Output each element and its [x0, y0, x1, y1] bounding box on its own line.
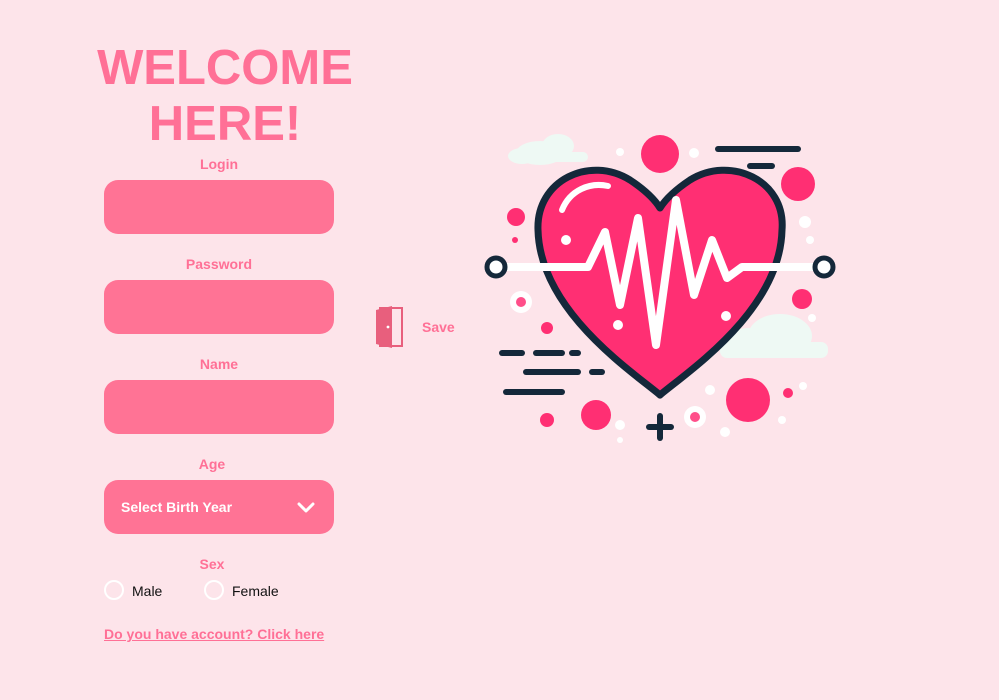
login-input[interactable] [104, 180, 334, 234]
age-label: Age [198, 456, 226, 472]
chevron-down-icon [297, 502, 315, 513]
birth-year-select-value: Select Birth Year [121, 499, 233, 515]
birth-year-select[interactable]: Select Birth Year [104, 480, 334, 534]
door-icon[interactable] [374, 304, 406, 350]
radio-female[interactable] [204, 580, 224, 600]
title-line-1: WELCOME [97, 41, 353, 95]
radio-female-label: Female [232, 583, 279, 599]
save-button[interactable]: Save [422, 319, 455, 335]
page-title: WELCOME HERE! [80, 40, 370, 152]
name-label: Name [199, 356, 239, 372]
radio-male[interactable] [104, 580, 124, 600]
title-line-2: HERE! [148, 97, 302, 151]
password-label: Password [185, 256, 253, 272]
login-label: Login [199, 156, 239, 172]
radio-male-label: Male [132, 583, 163, 599]
account-link[interactable]: Do you have account? Click here [104, 626, 324, 642]
sex-label: Sex [199, 556, 225, 572]
password-input[interactable] [104, 280, 334, 334]
heart-pulse-illustration [484, 134, 836, 443]
name-input[interactable] [104, 380, 334, 434]
